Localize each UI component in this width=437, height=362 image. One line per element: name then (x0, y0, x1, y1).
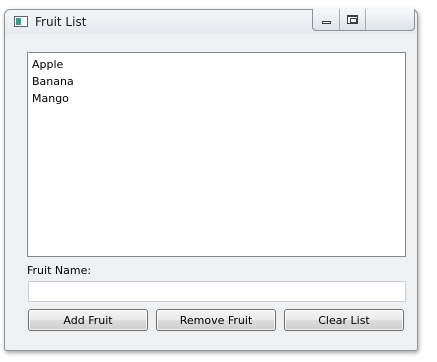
fruit-listbox[interactable]: Apple Banana Mango (27, 52, 406, 257)
list-item[interactable]: Banana (32, 73, 401, 90)
add-fruit-button[interactable]: Add Fruit (28, 309, 148, 331)
window-title: Fruit List (35, 15, 87, 29)
remove-fruit-button[interactable]: Remove Fruit (156, 309, 276, 331)
title-bar[interactable]: Fruit List (5, 9, 417, 34)
app-window-icon[interactable] (14, 16, 28, 27)
main-window: Fruit List Apple Banana Mango Fruit Name… (4, 9, 418, 351)
fruit-name-input[interactable] (28, 281, 406, 302)
caption-buttons (312, 9, 415, 31)
close-button[interactable] (366, 9, 414, 30)
minimize-icon (321, 21, 331, 24)
fruit-name-label: Fruit Name: (27, 264, 92, 277)
list-item[interactable]: Apple (32, 56, 401, 73)
minimize-button[interactable] (313, 9, 340, 30)
maximize-button[interactable] (340, 9, 366, 30)
maximize-icon (347, 15, 358, 24)
clear-list-button[interactable]: Clear List (284, 309, 404, 331)
list-item[interactable]: Mango (32, 90, 401, 107)
